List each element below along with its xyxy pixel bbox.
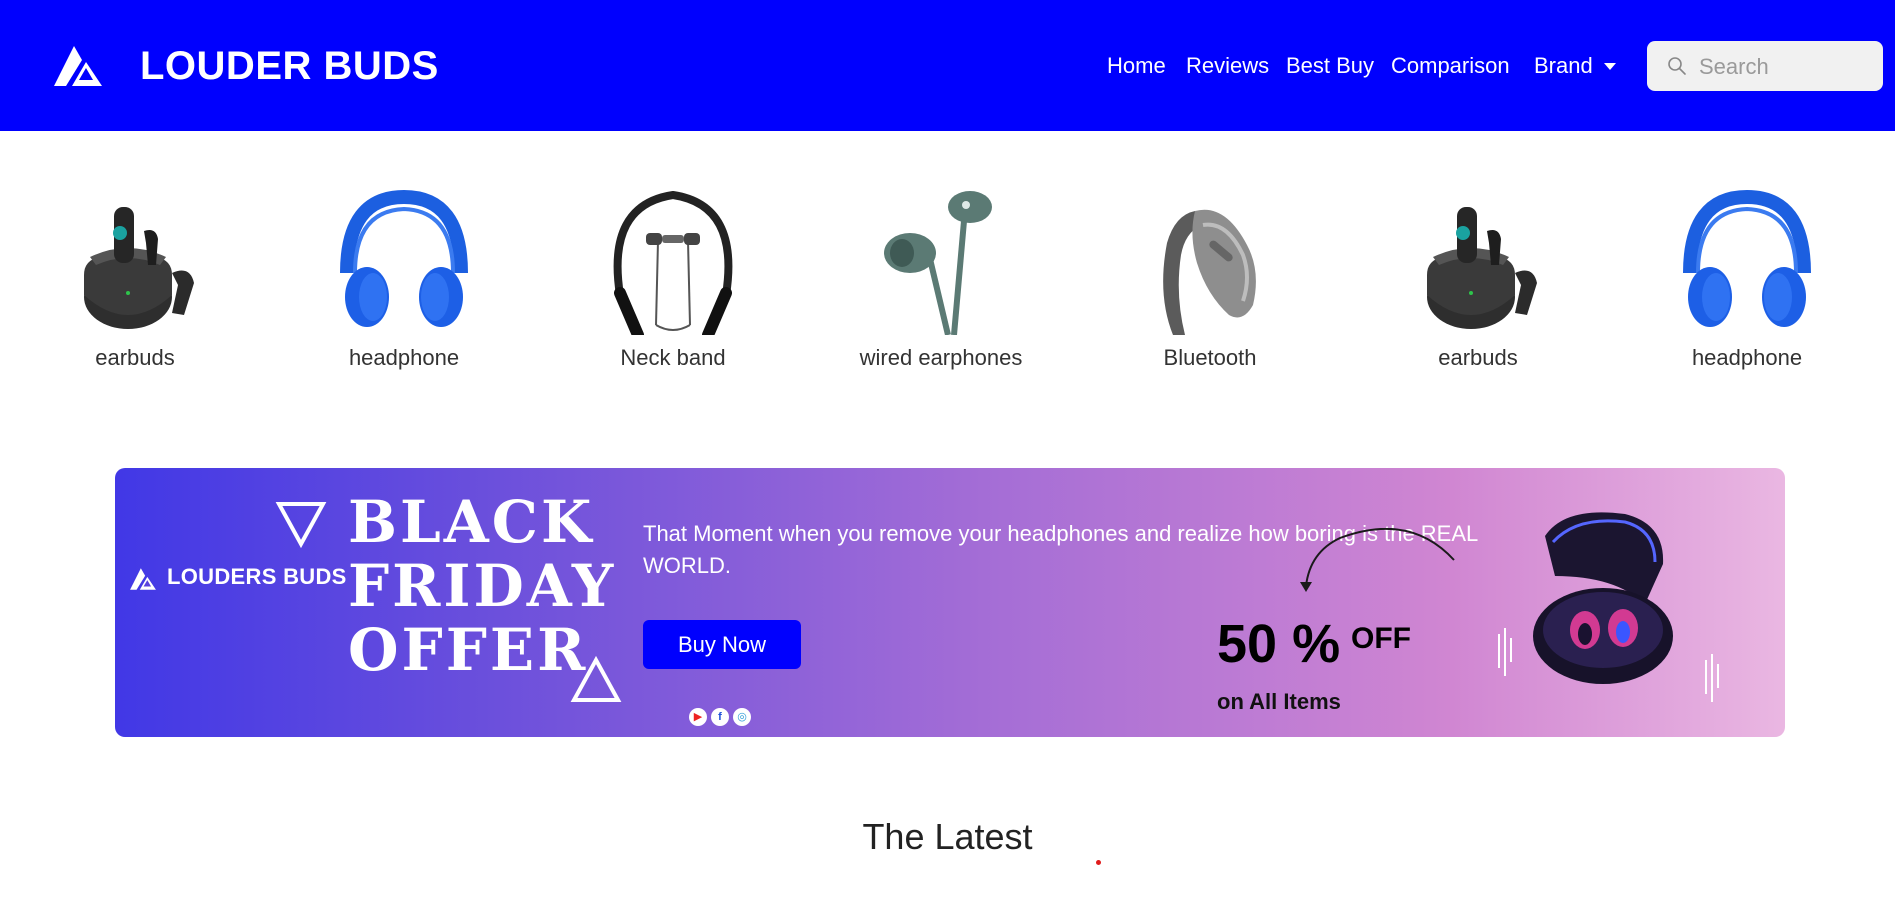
instagram-icon[interactable]: ◎: [733, 708, 751, 726]
youtube-icon[interactable]: ▶: [689, 708, 707, 726]
chevron-down-icon[interactable]: [1604, 63, 1616, 70]
search-box[interactable]: [1647, 41, 1883, 93]
earbuds-icon: [84, 207, 194, 329]
neckband-icon: [613, 190, 733, 335]
section-title-latest: The Latest: [862, 816, 1033, 857]
wired-earphones-icon: [884, 191, 992, 335]
category-bluetooth[interactable]: Bluetooth: [1110, 185, 1310, 373]
nav-link-best-buy[interactable]: Best Buy: [1286, 50, 1374, 82]
search-input[interactable]: [1697, 41, 1881, 93]
earbuds-case-image: [1533, 512, 1673, 684]
discount-percent: 50 %: [1217, 614, 1341, 674]
nav-dropdown-brand[interactable]: Brand: [1534, 50, 1593, 82]
category-earbuds-2[interactable]: earbuds: [1378, 185, 1578, 373]
category-label: earbuds: [95, 345, 175, 370]
nav-link-reviews[interactable]: Reviews: [1186, 50, 1269, 82]
sound-lines-decoration: [1705, 654, 1719, 702]
bluetooth-headset-icon: [1163, 209, 1256, 335]
sound-lines-decoration: [1498, 628, 1512, 676]
nav-link-comparison[interactable]: Comparison: [1391, 50, 1510, 82]
category-earbuds[interactable]: earbuds: [35, 185, 235, 373]
nav-link-home[interactable]: Home: [1107, 50, 1166, 82]
banner-headline-line-3: OFFER: [348, 616, 589, 684]
discount-note: on All Items: [1217, 689, 1341, 714]
category-neck-band[interactable]: Neck band: [573, 185, 773, 373]
black-friday-banner[interactable]: LOUDERS BUDS BLACK FRIDAY OFFER That Mom…: [115, 468, 1785, 737]
category-wired-earphones[interactable]: wired earphones: [841, 185, 1041, 373]
category-label: Neck band: [620, 345, 726, 370]
site-brand-title[interactable]: LOUDER BUDS: [140, 40, 439, 92]
category-headphone[interactable]: headphone: [304, 185, 504, 373]
category-label: earbuds: [1438, 345, 1518, 370]
louder-buds-logo-icon: [130, 568, 156, 590]
headphone-icon: [340, 189, 468, 327]
banner-headline-line-2: FRIDAY: [348, 552, 617, 620]
triangle-decoration-icon: [570, 656, 622, 702]
search-icon[interactable]: [1667, 56, 1687, 76]
facebook-icon[interactable]: f: [711, 708, 729, 726]
category-label: Bluetooth: [1163, 345, 1257, 370]
discount-off-label: OFF: [1351, 622, 1411, 655]
decorative-dot: [1096, 860, 1101, 865]
category-label: headphone: [1691, 345, 1803, 370]
category-label: headphone: [348, 345, 460, 370]
top-navbar: LOUDER BUDS Home Reviews Best Buy Compar…: [0, 0, 1895, 131]
category-label: wired earphones: [859, 345, 1023, 370]
banner-brand: LOUDERS BUDS: [167, 564, 347, 589]
earbuds-icon: [1427, 207, 1537, 329]
banner-headline-line-1: BLACK: [348, 488, 595, 556]
triangle-decoration-icon: [275, 502, 327, 548]
buy-now-button[interactable]: Buy Now: [643, 620, 801, 669]
louder-buds-logo-icon[interactable]: [52, 44, 104, 88]
curved-arrow-icon: [1300, 528, 1455, 592]
category-headphone-2[interactable]: headphone: [1647, 185, 1847, 373]
headphone-icon: [1683, 189, 1811, 327]
